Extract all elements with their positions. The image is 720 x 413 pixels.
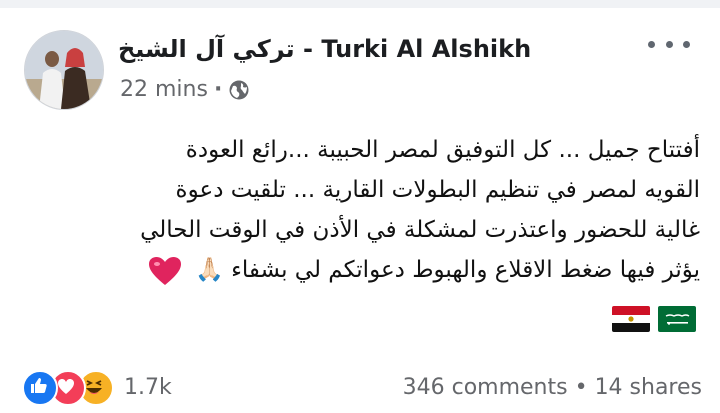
reaction-count[interactable]: 1.7k [124,370,172,406]
post-line: غالية للحضور واعتذرت لمشكلة في الأذن في … [140,217,700,243]
post-meta: 22 mins · [120,76,250,104]
author-name[interactable]: تركي آل الشيخ - Turki Al Alshikh [118,32,531,66]
saudi-flag-icon [658,306,696,332]
egypt-flag-icon [612,306,650,332]
reactions-summary[interactable]: 1.7k [22,370,172,406]
avatar[interactable] [24,30,104,110]
more-dot-icon [683,40,690,48]
like-reaction-icon [22,370,58,406]
engagement-stats: 346 comments • 14 shares [403,370,702,406]
post-line: القويه لمصر في تنظيم البطولات القارية ..… [175,177,700,203]
more-dot-icon [648,40,655,48]
author-name-text: تركي آل الشيخ - Turki Al Alshikh [118,35,532,63]
heart-emoji-icon [148,256,181,285]
shares-count[interactable]: 14 shares [595,375,702,400]
stats-separator: • [574,375,588,400]
globe-icon[interactable] [228,79,250,101]
timestamp[interactable]: 22 mins [120,76,208,104]
more-options-button[interactable] [648,34,690,54]
post-line-text: يؤثر فيها ضغط الاقلاع والهبوط دعواتكم لي… [231,257,700,283]
more-dot-icon [665,40,673,48]
post-body: أفتتاح جميل ... كل التوفيق لمصر الحبيبة … [20,130,700,290]
flags [612,306,696,332]
top-divider [0,0,720,8]
comments-count[interactable]: 346 comments [403,375,568,400]
post-line: يؤثر فيها ضغط الاقلاع والهبوط دعواتكم لي… [20,250,700,290]
meta-separator: · [213,77,223,102]
post-footer: 1.7k 346 comments • 14 shares [22,370,702,406]
post-line: أفتتاح جميل ... كل التوفيق لمصر الحبيبة … [185,137,700,163]
pray-emoji: 🙏🏻 [195,257,224,283]
